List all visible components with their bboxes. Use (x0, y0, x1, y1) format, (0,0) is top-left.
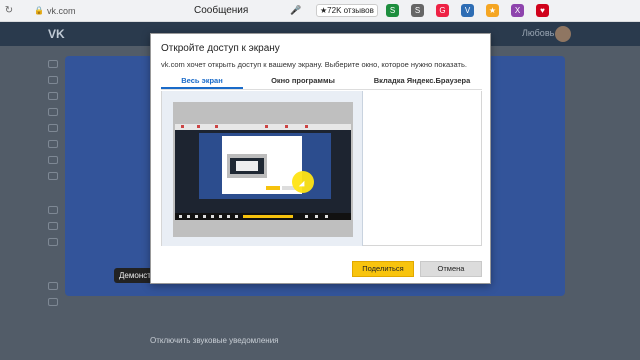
sidebar-icon (48, 238, 58, 246)
thumbnail-topbar (175, 124, 351, 130)
tab-title: Сообщения (194, 5, 249, 16)
user-name[interactable]: Любовь (522, 28, 554, 38)
sidebar-icon (48, 222, 58, 230)
browser-toolbar: ↻ 🔒 vk.com Сообщения 🎤 ★72K отзывов SSGV… (0, 0, 640, 22)
sidebar-icon (48, 282, 58, 290)
tab-entire-screen[interactable]: Весь экран (161, 76, 243, 85)
screen-thumbnail[interactable] (173, 102, 353, 237)
g-ext-icon[interactable]: G (436, 4, 449, 17)
sidebar-icon (48, 76, 58, 84)
lock-icon: 🔒 (34, 6, 44, 15)
star-ext-icon[interactable]: ★ (486, 4, 499, 17)
microphone-icon[interactable]: 🎤 (290, 5, 301, 16)
red-ext-icon[interactable]: ♥ (536, 4, 549, 17)
sidebar-icon (48, 124, 58, 132)
avatar[interactable] (555, 26, 571, 42)
share-tabs: Весь экран Окно программы Вкладка Яндекс… (161, 72, 482, 90)
sidebar-icon (48, 92, 58, 100)
thumbnail-dialog (222, 136, 302, 194)
thumbnail-share-button (266, 186, 280, 190)
sidebar-icon (48, 172, 58, 180)
sidebar-icon (48, 140, 58, 148)
screen-preview-card[interactable] (162, 91, 363, 246)
thumbnail-screen (175, 124, 351, 220)
vk-ext-icon[interactable]: V (461, 4, 474, 17)
thumbnail-taskbar (175, 213, 351, 220)
tab-browser-tab[interactable]: Вкладка Яндекс.Браузера (357, 76, 487, 85)
vk-logo[interactable]: VK (48, 27, 65, 41)
sidebar-icon (48, 60, 58, 68)
tab-application-window[interactable]: Окно программы (253, 76, 353, 85)
x-ext-icon[interactable]: X (511, 4, 524, 17)
dialog-title: Откройте доступ к экрану (161, 43, 280, 54)
share-button[interactable]: Поделиться (352, 261, 414, 277)
sidebar-icon (48, 108, 58, 116)
thumbnail-inner-preview (227, 154, 267, 178)
sidebar-icon (48, 206, 58, 214)
rating-badge[interactable]: ★72K отзывов (316, 4, 378, 17)
preview-area (161, 91, 482, 246)
cancel-button[interactable]: Отмена (420, 261, 482, 277)
active-tab-indicator (161, 87, 243, 89)
address-bar[interactable]: vk.com (47, 6, 76, 16)
mute-notifications-link[interactable]: Отключить звуковые уведомления (150, 336, 279, 345)
screen-share-dialog: Откройте доступ к экрану vk.com хочет от… (150, 33, 491, 284)
refresh-icon[interactable]: ↻ (0, 5, 18, 16)
dialog-description: vk.com хочет открыть доступ к вашему экр… (161, 60, 467, 69)
s-green-icon[interactable]: S (386, 4, 399, 17)
sidebar-icon (48, 156, 58, 164)
sidebar-icon (48, 298, 58, 306)
s-gray-icon[interactable]: S (411, 4, 424, 17)
